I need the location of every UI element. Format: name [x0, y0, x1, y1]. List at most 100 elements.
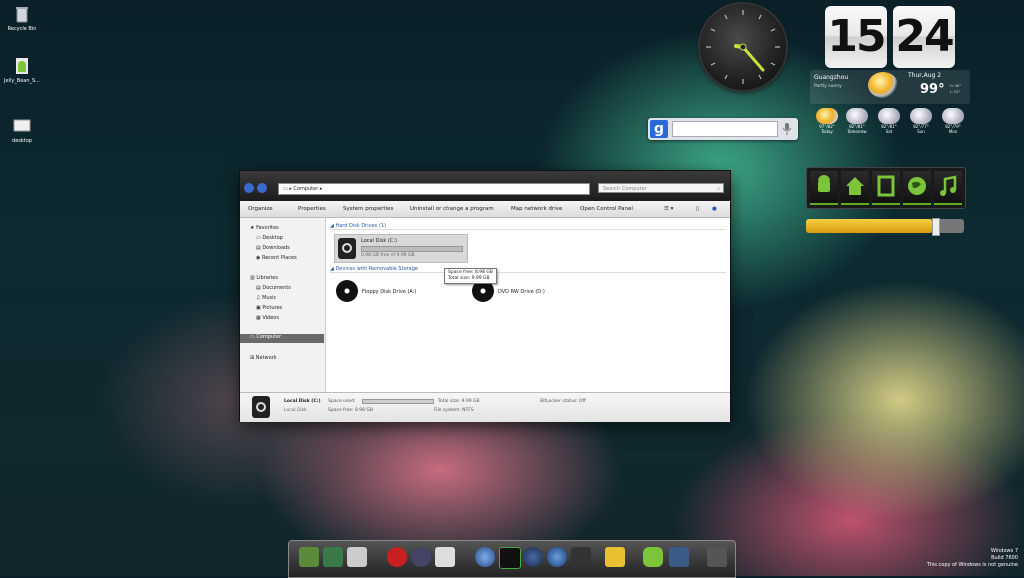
- nav-recent-places[interactable]: ◉ Recent Places: [256, 255, 297, 261]
- nav-network[interactable]: ⊞ Network: [250, 355, 277, 361]
- explorer-window: ▭ ▸ Computer ▸ Search Computer ⌕ Organize…: [239, 170, 731, 422]
- disk-usage-bar: [361, 246, 463, 252]
- browser-app-icon[interactable]: [523, 547, 543, 567]
- grid-app-icon[interactable]: [571, 547, 591, 567]
- properties-button[interactable]: Properties: [298, 201, 326, 217]
- app-launcher-gadget: [806, 167, 966, 209]
- nav-music[interactable]: ♫ Music: [256, 295, 276, 301]
- weather-hi: H: 98°: [950, 84, 962, 88]
- rain-cloud-icon: [878, 108, 900, 124]
- rain-cloud-icon: [942, 108, 964, 124]
- dvd-drive-item[interactable]: DVD RW Drive (D:): [498, 289, 545, 295]
- home-icon[interactable]: [841, 171, 869, 205]
- image-file-icon: [12, 116, 32, 136]
- forecast-day: 97°/82° Today: [812, 108, 842, 134]
- google-search-input[interactable]: [672, 121, 778, 137]
- media-player-icon[interactable]: [499, 547, 521, 569]
- details-free: Space free: 8.98 GB: [328, 408, 373, 413]
- nav-computer[interactable]: ▭ Computer: [240, 334, 324, 343]
- pictures-app-icon[interactable]: [299, 547, 319, 567]
- system-properties-button[interactable]: System properties: [343, 201, 393, 217]
- weather-panel[interactable]: Guangzhou Partly sunny Thur,Aug 2 99° H:…: [810, 70, 970, 104]
- settings-app-icon[interactable]: [411, 547, 431, 567]
- nav-documents[interactable]: ▤ Documents: [256, 285, 291, 291]
- recycle-bin-icon: [12, 4, 32, 24]
- open-control-panel-button[interactable]: Open Control Panel: [580, 201, 633, 217]
- details-bitlocker: BitLocker status: Off: [540, 399, 586, 404]
- analog-clock-gadget[interactable]: [700, 4, 786, 90]
- desktop-icon-desktop[interactable]: desktop: [2, 116, 42, 144]
- slider-handle[interactable]: [932, 218, 941, 236]
- desktop-icon-recycle-bin[interactable]: Recycle Bin: [2, 4, 42, 32]
- globe-app-icon[interactable]: [475, 547, 495, 567]
- uninstall-program-button[interactable]: Uninstall or change a program: [410, 201, 494, 217]
- local-disk-name: Local Disk (C:): [361, 238, 397, 244]
- title-bar: ▭ ▸ Computer ▸ Search Computer ⌕: [240, 171, 730, 201]
- weather-date: Thur,Aug 2: [908, 72, 942, 79]
- slider-fill: [806, 219, 933, 233]
- nav-favorites[interactable]: ★ Favorites: [250, 225, 279, 231]
- desktop-icon-label: Jelly_Bean_S...: [4, 78, 40, 84]
- group-header-hdd[interactable]: ◢ Hard Disk Drives (1): [330, 223, 726, 230]
- preview-pane-icon[interactable]: ▯: [696, 201, 699, 217]
- content-pane: ◢ Hard Disk Drives (1) Local Disk (C:) 0…: [326, 218, 730, 392]
- address-bar[interactable]: ▭ ▸ Computer ▸: [278, 183, 590, 195]
- microphone-icon[interactable]: [780, 121, 794, 136]
- windows-watermark: Windows 7 Build 7600 This copy of Window…: [926, 548, 1018, 568]
- google-logo-icon: g: [650, 120, 668, 138]
- nav-desktop[interactable]: ▭ Desktop: [256, 235, 283, 241]
- globe-icon[interactable]: [903, 171, 931, 205]
- camera-app-icon[interactable]: [435, 547, 455, 567]
- hard-drive-icon: [338, 238, 356, 259]
- map-network-drive-button[interactable]: Map network drive: [511, 201, 562, 217]
- trash-icon[interactable]: [707, 547, 727, 567]
- forecast-day: 82°/79° Mon: [938, 108, 968, 134]
- network-app-icon[interactable]: [547, 547, 567, 567]
- weather-lo: L: 82°: [950, 90, 961, 94]
- command-bar: Organize Properties System properties Un…: [240, 201, 730, 218]
- android-app-icon[interactable]: [643, 547, 663, 567]
- details-type: Local Disk: [284, 408, 307, 413]
- partly-sunny-icon: [816, 108, 838, 124]
- music-icon[interactable]: [934, 171, 962, 205]
- flip-clock-hours: 15: [825, 6, 887, 68]
- nav-pictures[interactable]: ▣ Pictures: [256, 305, 282, 311]
- browser-icon[interactable]: [872, 171, 900, 205]
- group-header-removable[interactable]: ◢ Devices with Removable Storage: [330, 266, 726, 273]
- media-app-icon[interactable]: [323, 547, 343, 567]
- forecast-day: 82°/77° Sun: [906, 108, 936, 134]
- weather-condition: Partly sunny: [814, 84, 842, 89]
- forecast-day: 82°/81° Sat: [874, 108, 904, 134]
- folder-app-icon[interactable]: [347, 547, 367, 567]
- details-total: Total size: 9.99 GB: [438, 399, 480, 404]
- details-used-label: Space used:: [328, 399, 356, 404]
- hard-drive-icon: [252, 396, 270, 418]
- organize-button[interactable]: Organize: [248, 201, 273, 217]
- floppy-drive-item[interactable]: Floppy Disk Drive (A:): [362, 289, 416, 295]
- details-name: Local Disk (C:): [284, 399, 321, 404]
- back-button[interactable]: [244, 183, 254, 193]
- details-usage-bar: [362, 399, 434, 404]
- angry-birds-icon[interactable]: [387, 547, 407, 567]
- navigation-pane: ★ Favorites ▭ Desktop ▤ Downloads ◉ Rece…: [240, 218, 326, 392]
- nav-libraries[interactable]: ▥ Libraries: [250, 275, 278, 281]
- search-box[interactable]: Search Computer ⌕: [598, 183, 724, 193]
- partly-sunny-icon: [868, 72, 898, 98]
- display-app-icon[interactable]: [669, 547, 689, 567]
- view-options-icon[interactable]: ☰ ▾: [664, 201, 673, 217]
- computer-icon: ▭ ▸: [283, 186, 292, 192]
- local-disk-item[interactable]: Local Disk (C:) 0.98 GB free of 9.99 GB: [334, 234, 468, 263]
- nav-downloads[interactable]: ▤ Downloads: [256, 245, 290, 251]
- forward-button[interactable]: [257, 183, 267, 193]
- clock-face-icon: [706, 10, 780, 84]
- volume-slider[interactable]: [806, 218, 964, 236]
- android-icon[interactable]: [810, 171, 838, 205]
- floppy-disk-icon: [336, 280, 358, 302]
- search-placeholder: Search Computer: [603, 186, 647, 192]
- breadcrumb-arrow-icon: ▸: [319, 186, 323, 192]
- nav-videos[interactable]: ▦ Videos: [256, 315, 279, 321]
- desktop-icon-jelly-bean[interactable]: Jelly_Bean_S...: [2, 56, 42, 84]
- help-icon[interactable]: ●: [712, 201, 717, 217]
- notes-app-icon[interactable]: [605, 547, 625, 567]
- search-icon: ⌕: [717, 186, 720, 192]
